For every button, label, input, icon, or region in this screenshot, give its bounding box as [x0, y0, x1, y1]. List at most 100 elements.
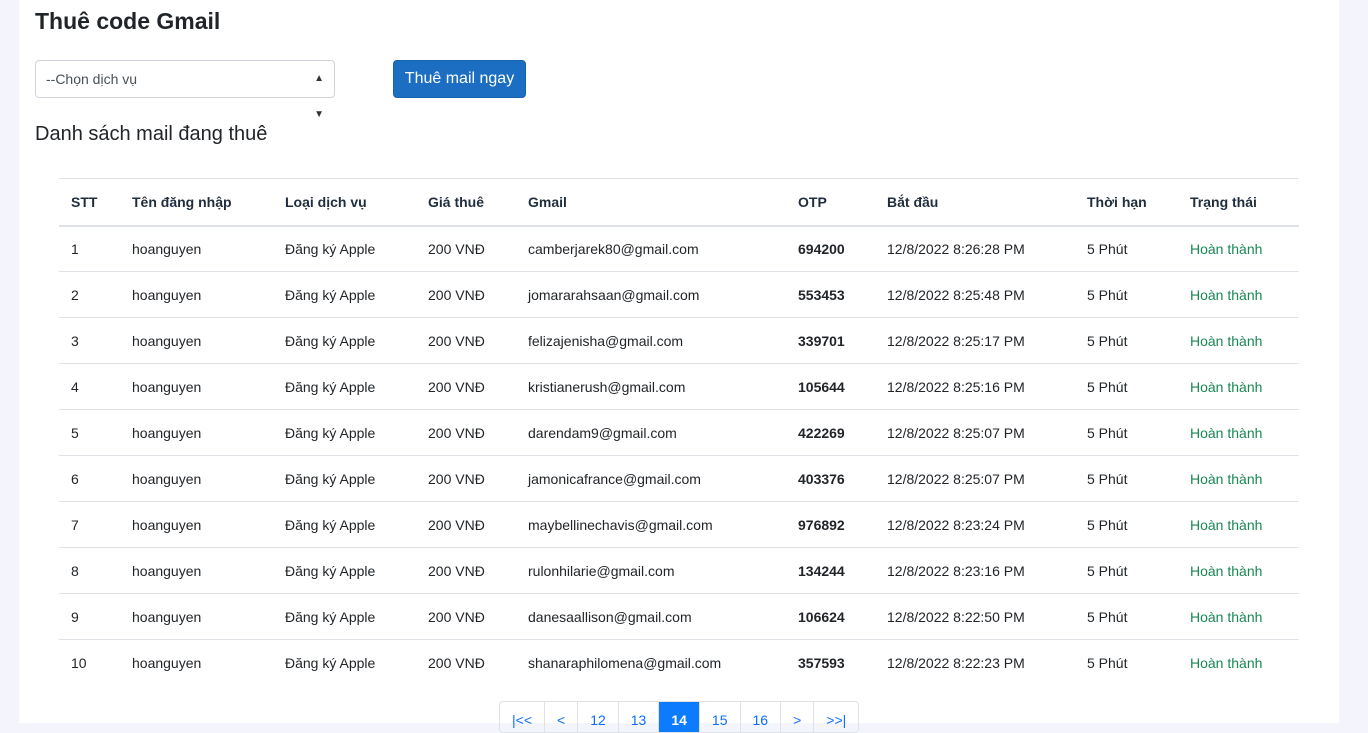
cell-status: Hoàn thành	[1178, 593, 1299, 640]
table-row: 3 hoanguyen Đăng ký Apple 200 VNĐ felizajeni…	[59, 317, 1299, 364]
cell-service-type: Đăng ký Apple	[273, 547, 416, 594]
cell-start-time: 12/8/2022 8:25:48 PM	[875, 271, 1075, 318]
cell-service-type: Đăng ký Apple	[273, 409, 416, 456]
cell-start-time: 12/8/2022 8:22:50 PM	[875, 593, 1075, 640]
page-link[interactable]: 15	[698, 702, 740, 732]
page-link[interactable]: >	[780, 702, 813, 732]
service-select-value: --Chọn dịch vụ	[46, 71, 138, 87]
column-header-duration: Thời hạn	[1075, 178, 1178, 227]
cell-gmail: shanaraphilomena@gmail.com	[516, 639, 786, 686]
table-row: 9 hoanguyen Đăng ký Apple 200 VNĐ danesaalli…	[59, 593, 1299, 640]
cell-service-type: Đăng ký Apple	[273, 363, 416, 410]
cell-stt: 1	[59, 225, 120, 272]
table-header-row: STT Tên đăng nhập Loại dịch vụ Giá thuê Gmai…	[59, 178, 1299, 227]
cell-duration: 5 Phút	[1075, 409, 1178, 456]
page-link[interactable]: 12	[577, 702, 618, 732]
cell-service-type: Đăng ký Apple	[273, 501, 416, 548]
cell-gmail: darendam9@gmail.com	[516, 409, 786, 456]
cell-price: 200 VNĐ	[416, 363, 516, 410]
cell-service-type: Đăng ký Apple	[273, 639, 416, 686]
cell-gmail: danesaallison@gmail.com	[516, 593, 786, 640]
cell-status: Hoàn thành	[1178, 501, 1299, 548]
cell-stt: 6	[59, 455, 120, 502]
cell-start-time: 12/8/2022 8:23:16 PM	[875, 547, 1075, 594]
cell-gmail: jamonicafrance@gmail.com	[516, 455, 786, 502]
cell-stt: 3	[59, 317, 120, 364]
sort-arrows-icon: ▲ ▼	[314, 73, 324, 120]
cell-otp: 976892	[786, 501, 875, 548]
cell-gmail: jomararahsaan@gmail.com	[516, 271, 786, 318]
page-link[interactable]: <	[544, 702, 577, 732]
cell-username: hoanguyen	[120, 501, 273, 548]
cell-username: hoanguyen	[120, 271, 273, 318]
cell-status: Hoàn thành	[1178, 455, 1299, 502]
cell-status: Hoàn thành	[1178, 363, 1299, 410]
column-header-stt: STT	[59, 178, 120, 227]
cell-duration: 5 Phút	[1075, 363, 1178, 410]
table-row: 7 hoanguyen Đăng ký Apple 200 VNĐ maybelline…	[59, 501, 1299, 548]
rented-mail-table: STT Tên đăng nhập Loại dịch vụ Giá thuê Gmai…	[59, 178, 1299, 686]
cell-otp: 339701	[786, 317, 875, 364]
cell-start-time: 12/8/2022 8:26:28 PM	[875, 225, 1075, 272]
cell-price: 200 VNĐ	[416, 455, 516, 502]
cell-duration: 5 Phút	[1075, 547, 1178, 594]
page-title: Thuê code Gmail	[35, 8, 221, 34]
table-row: 2 hoanguyen Đăng ký Apple 200 VNĐ jomararahs…	[59, 271, 1299, 318]
cell-duration: 5 Phút	[1075, 271, 1178, 318]
cell-duration: 5 Phút	[1075, 455, 1178, 502]
page-link[interactable]: >>|	[813, 702, 858, 732]
cell-gmail: rulonhilarie@gmail.com	[516, 547, 786, 594]
cell-stt: 9	[59, 593, 120, 640]
column-header-start-time: Bắt đầu	[875, 178, 1075, 227]
page-link[interactable]: 14	[658, 702, 699, 732]
page-link[interactable]: 16	[739, 702, 781, 732]
cell-otp: 422269	[786, 409, 875, 456]
cell-stt: 10	[59, 639, 120, 686]
cell-price: 200 VNĐ	[416, 593, 516, 640]
cell-start-time: 12/8/2022 8:25:16 PM	[875, 363, 1075, 410]
table-row: 6 hoanguyen Đăng ký Apple 200 VNĐ jamonicafr…	[59, 455, 1299, 502]
cell-start-time: 12/8/2022 8:23:24 PM	[875, 501, 1075, 548]
cell-username: hoanguyen	[120, 593, 273, 640]
rent-mail-button[interactable]: Thuê mail ngay	[393, 60, 526, 98]
cell-stt: 5	[59, 409, 120, 456]
cell-otp: 105644	[786, 363, 875, 410]
cell-otp: 134244	[786, 547, 875, 594]
cell-start-time: 12/8/2022 8:25:07 PM	[875, 409, 1075, 456]
cell-service-type: Đăng ký Apple	[273, 317, 416, 364]
cell-status: Hoàn thành	[1178, 547, 1299, 594]
cell-username: hoanguyen	[120, 363, 273, 410]
cell-otp: 694200	[786, 225, 875, 272]
table-row: 1 hoanguyen Đăng ký Apple 200 VNĐ camberjare…	[59, 225, 1299, 272]
cell-otp: 357593	[786, 639, 875, 686]
cell-stt: 7	[59, 501, 120, 548]
service-select[interactable]: --Chọn dịch vụ ▲ ▼	[35, 60, 335, 120]
cell-price: 200 VNĐ	[416, 409, 516, 456]
cell-gmail: felizajenisha@gmail.com	[516, 317, 786, 364]
page-link[interactable]: |<<	[500, 702, 544, 732]
cell-otp: 106624	[786, 593, 875, 640]
cell-status: Hoàn thành	[1178, 271, 1299, 318]
cell-otp: 553453	[786, 271, 875, 318]
cell-gmail: kristianerush@gmail.com	[516, 363, 786, 410]
cell-username: hoanguyen	[120, 409, 273, 456]
column-header-username: Tên đăng nhập	[120, 178, 273, 227]
cell-price: 200 VNĐ	[416, 501, 516, 548]
cell-username: hoanguyen	[120, 225, 273, 272]
list-title: Danh sách mail đang thuê	[35, 123, 268, 145]
cell-service-type: Đăng ký Apple	[273, 455, 416, 502]
cell-username: hoanguyen	[120, 317, 273, 364]
cell-status: Hoàn thành	[1178, 409, 1299, 456]
table-row: 4 hoanguyen Đăng ký Apple 200 VNĐ kristianer…	[59, 363, 1299, 410]
cell-start-time: 12/8/2022 8:25:17 PM	[875, 317, 1075, 364]
column-header-status: Trạng thái	[1178, 178, 1299, 227]
cell-otp: 403376	[786, 455, 875, 502]
cell-username: hoanguyen	[120, 547, 273, 594]
cell-duration: 5 Phút	[1075, 501, 1178, 548]
cell-duration: 5 Phút	[1075, 639, 1178, 686]
table-row: 5 hoanguyen Đăng ký Apple 200 VNĐ darendam9@…	[59, 409, 1299, 456]
cell-price: 200 VNĐ	[416, 639, 516, 686]
page-link[interactable]: 13	[617, 702, 659, 732]
column-header-service-type: Loại dịch vụ	[273, 178, 416, 227]
cell-status: Hoàn thành	[1178, 639, 1299, 686]
